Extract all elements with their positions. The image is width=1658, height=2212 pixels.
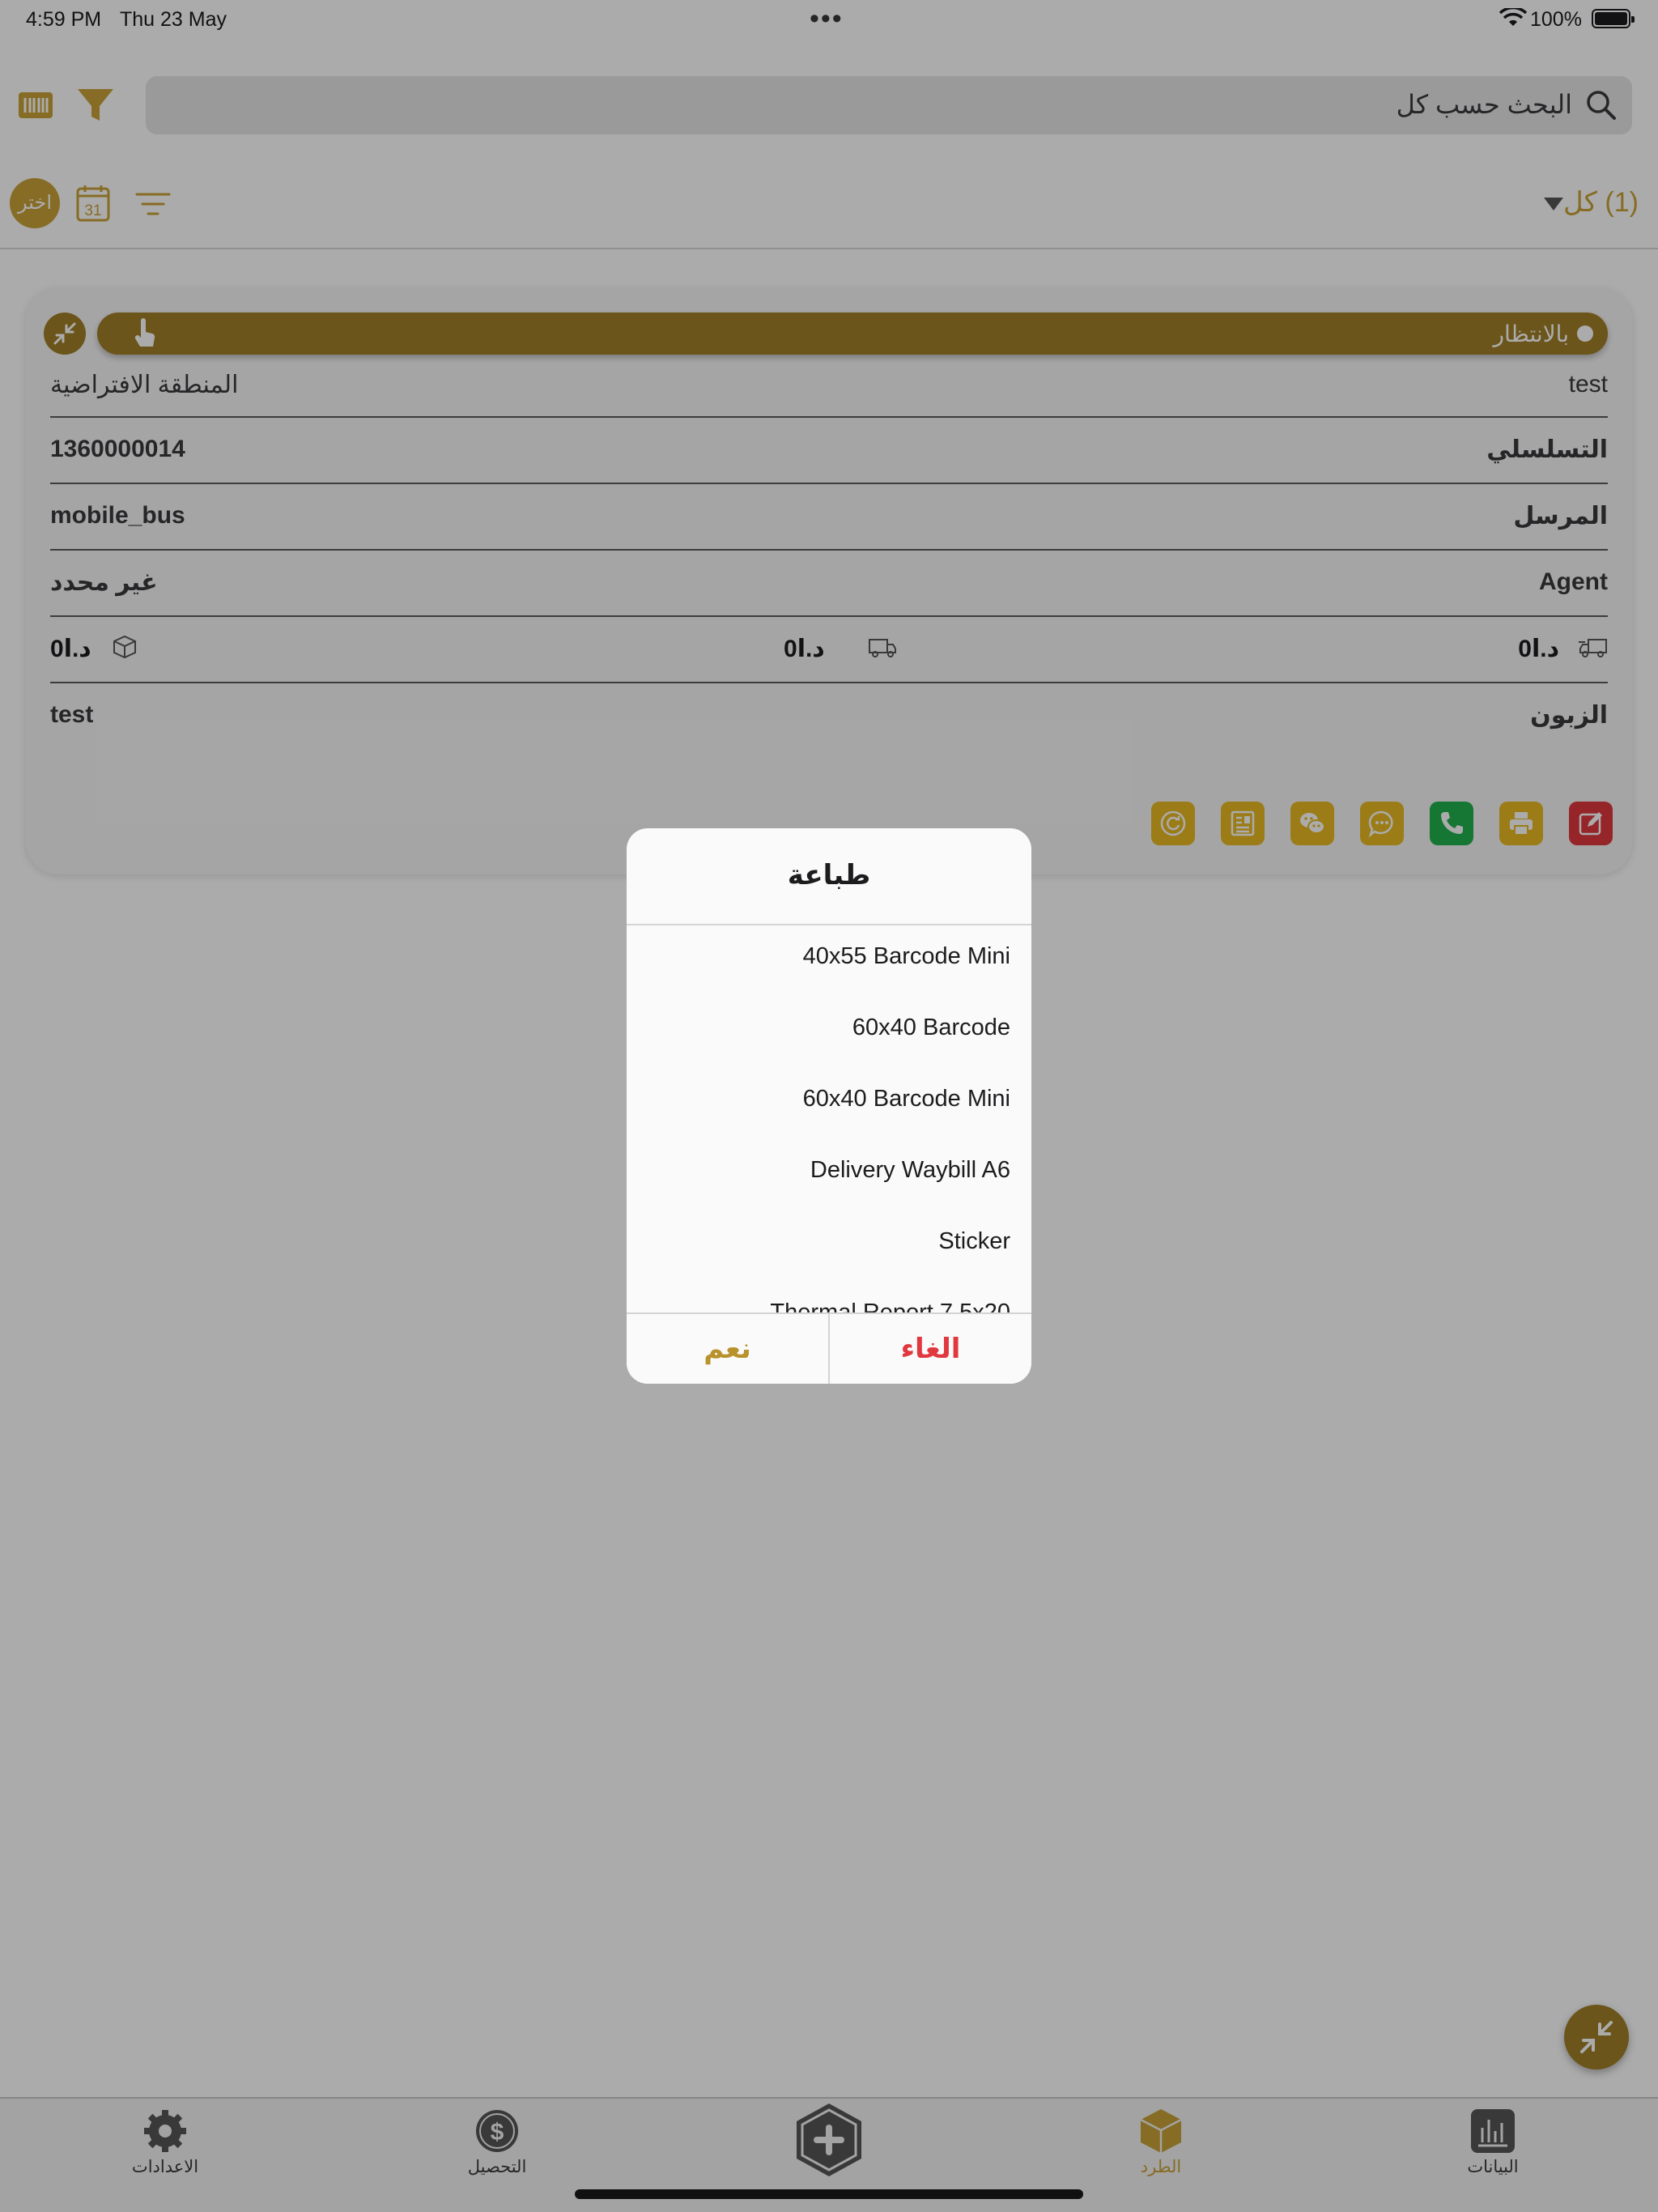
home-indicator[interactable]	[575, 2189, 1083, 2199]
print-option[interactable]: Sticker	[938, 1228, 1010, 1255]
print-dialog: طباعة 40x55 Barcode Mini 60x40 Barcode 6…	[627, 828, 1031, 1384]
print-options-list[interactable]: 40x55 Barcode Mini 60x40 Barcode 60x40 B…	[627, 925, 1031, 1332]
print-option[interactable]: 60x40 Barcode	[852, 1015, 1010, 1041]
print-option[interactable]: 60x40 Barcode Mini	[803, 1086, 1010, 1112]
cancel-button[interactable]: الغاء	[830, 1314, 1031, 1384]
dialog-title: طباعة	[787, 860, 871, 891]
confirm-button[interactable]: نعم	[627, 1314, 828, 1384]
print-option[interactable]: Delivery Waybill A6	[810, 1157, 1010, 1184]
print-option[interactable]: 40x55 Barcode Mini	[803, 943, 1010, 970]
